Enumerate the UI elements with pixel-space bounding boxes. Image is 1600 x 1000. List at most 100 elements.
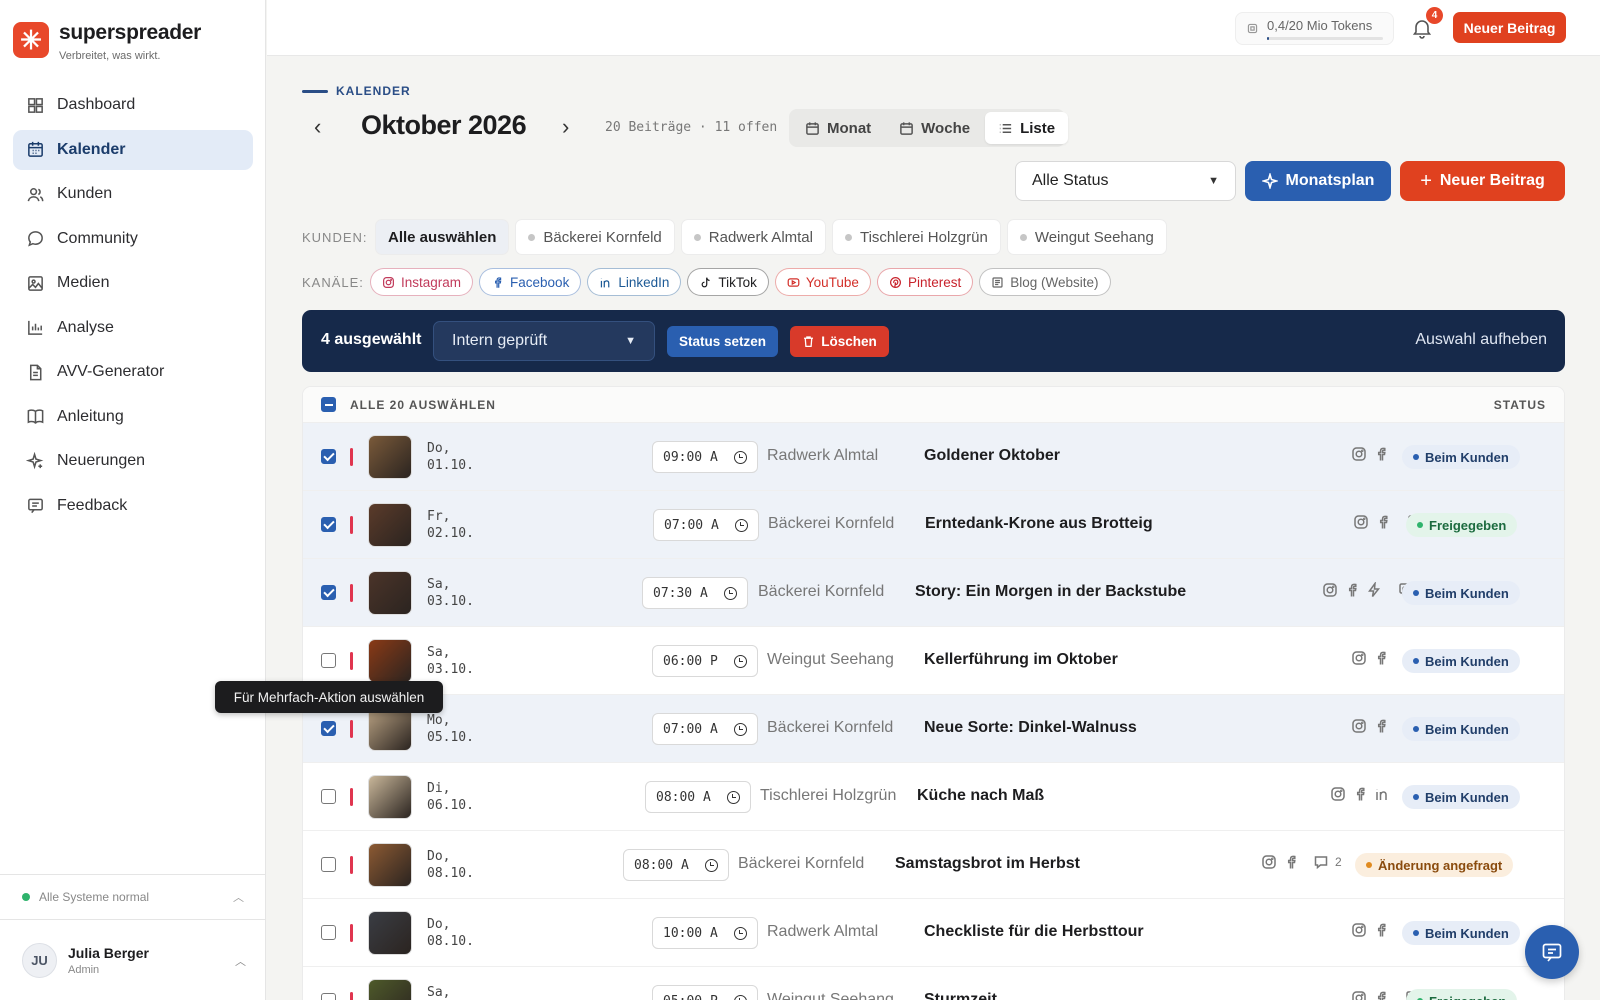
channel-chip-youtube[interactable]: YouTube xyxy=(774,268,871,296)
sidebar-item-feedback[interactable]: Feedback xyxy=(13,486,253,526)
sidebar-item-kalender[interactable]: Kalender xyxy=(13,129,253,170)
time-input[interactable]: 07:30 A xyxy=(642,577,748,609)
post-title[interactable]: Erntedank-Krone aus Brotteig xyxy=(925,515,1153,533)
post-title[interactable]: Samstagsbrot im Herbst xyxy=(895,855,1080,873)
post-title[interactable]: Checkliste für die Herbsttour xyxy=(924,923,1144,941)
instagram-icon xyxy=(1352,923,1366,937)
sidebar-item-community[interactable]: Community xyxy=(13,219,253,259)
channel-chip-instagram[interactable]: Instagram xyxy=(370,268,474,296)
table-row[interactable]: Sa, 03.10. 07:30 A Bäckerei Kornfeld Stor… xyxy=(303,559,1564,627)
client-chip-label: Bäckerei Kornfeld xyxy=(543,228,662,246)
table-row[interactable]: Sa, 03.10. 06:00 P Weingut Seehang Keller… xyxy=(303,627,1564,695)
client-chip[interactable]: Bäckerei Kornfeld xyxy=(515,219,675,255)
bulk-status-select[interactable]: Intern geprüft ▼ xyxy=(433,321,655,361)
post-thumbnail[interactable] xyxy=(368,571,412,615)
facebook-icon xyxy=(1377,923,1386,937)
delete-button[interactable]: Löschen xyxy=(790,326,889,357)
time-input[interactable]: 06:00 P xyxy=(652,645,758,677)
set-status-button[interactable]: Status setzen xyxy=(667,326,778,357)
post-thumbnail[interactable] xyxy=(368,503,412,547)
post-title[interactable]: Kellerführung im Oktober xyxy=(924,651,1118,669)
post-client: Weingut Seehang xyxy=(767,991,894,1000)
table-row[interactable]: Do, 01.10. 09:00 A Radwerk Almtal Goldene… xyxy=(303,423,1564,491)
row-checkbox[interactable] xyxy=(321,653,336,668)
client-chip[interactable]: Weingut Seehang xyxy=(1006,219,1167,255)
sidebar-item-analyse[interactable]: Analyse xyxy=(13,308,253,348)
time-input[interactable]: 09:00 A xyxy=(652,441,758,473)
post-title[interactable]: Sturmzeit xyxy=(924,991,997,1000)
clear-selection-link[interactable]: Auswahl aufheben xyxy=(1415,331,1547,349)
status-filter-value: Alle Status xyxy=(1032,172,1109,189)
user-menu[interactable]: JU Julia Berger Admin ︿ xyxy=(22,943,246,978)
chat-fab[interactable] xyxy=(1525,925,1579,979)
post-title[interactable]: Küche nach Maß xyxy=(917,787,1044,805)
post-thumbnail[interactable] xyxy=(368,707,412,751)
channel-chip-label: Instagram xyxy=(401,274,462,290)
sidebar-item-avv-generator[interactable]: AVV-Generator xyxy=(13,352,253,392)
channel-chip-facebook[interactable]: Facebook xyxy=(479,268,582,296)
month-plan-button[interactable]: Monatsplan xyxy=(1245,161,1391,201)
sidebar-item-anleitung[interactable]: Anleitung xyxy=(13,397,253,437)
status-dot-icon xyxy=(1413,590,1419,596)
brand[interactable]: ✳ superspreader Verbreitet, was wirkt. xyxy=(13,22,201,62)
sidebar-item-neuerungen[interactable]: Neuerungen xyxy=(13,441,253,481)
time-input[interactable]: 10:00 A xyxy=(652,917,758,949)
post-thumbnail[interactable] xyxy=(368,911,412,955)
channel-chip-pinterest[interactable]: Pinterest xyxy=(876,268,974,296)
row-checkbox[interactable] xyxy=(321,789,336,804)
new-post-button-top[interactable]: Neuer Beitrag xyxy=(1453,12,1566,43)
table-row[interactable]: Do, 08.10. 10:00 A Radwerk Almtal Checkli… xyxy=(303,899,1564,967)
sidebar: ✳ superspreader Verbreitet, was wirkt. D… xyxy=(0,0,266,1000)
tab-week[interactable]: Woche xyxy=(886,112,983,144)
sidebar-item-medien[interactable]: Medien xyxy=(13,263,253,303)
row-checkbox[interactable] xyxy=(321,925,336,940)
status-badge: Beim Kunden xyxy=(1402,581,1520,605)
system-status[interactable]: Alle Systeme normal ︿ xyxy=(0,874,266,920)
chevron-right-icon[interactable]: › xyxy=(562,114,569,140)
row-checkbox[interactable] xyxy=(321,857,336,872)
channel-chip-tiktok[interactable]: TikTok xyxy=(687,268,769,296)
row-checkbox[interactable] xyxy=(321,993,336,1000)
row-checkbox[interactable] xyxy=(321,585,336,600)
table-row[interactable]: Do, 08.10. 08:00 A Bäckerei Kornfeld Sams… xyxy=(303,831,1564,899)
image-icon xyxy=(28,275,43,291)
table-row[interactable]: Di, 06.10. 08:00 A Tischlerei Holzgrün Kü… xyxy=(303,763,1564,831)
client-chip[interactable]: Tischlerei Holzgrün xyxy=(831,219,1001,255)
time-input[interactable]: 07:00 A xyxy=(652,713,758,745)
new-post-button[interactable]: + Neuer Beitrag xyxy=(1400,161,1565,201)
client-chip[interactable]: Radwerk Almtal xyxy=(680,219,826,255)
post-day: 02.10. xyxy=(427,526,474,541)
sidebar-item-dashboard[interactable]: Dashboard xyxy=(13,85,253,125)
post-title[interactable]: Story: Ein Morgen in der Backstube xyxy=(915,583,1186,601)
row-checkbox[interactable] xyxy=(321,517,336,532)
row-checkbox[interactable] xyxy=(321,449,336,464)
select-all-checkbox[interactable] xyxy=(321,397,336,412)
page-title: Oktober 2026 xyxy=(361,110,527,140)
tab-list[interactable]: Liste xyxy=(985,112,1069,144)
pinterest-icon xyxy=(889,276,901,288)
status-filter-select[interactable]: Alle Status ▼ xyxy=(1015,161,1236,201)
channel-chip-linkedin[interactable]: LinkedIn xyxy=(587,268,682,296)
tab-month[interactable]: Monat xyxy=(792,112,884,144)
post-title[interactable]: Goldener Oktober xyxy=(924,447,1060,465)
time-input[interactable]: 07:00 A xyxy=(653,509,759,541)
select-all-clients-chip[interactable]: Alle auswählen xyxy=(375,219,510,255)
chevron-left-icon[interactable]: ‹ xyxy=(314,114,321,140)
table-row[interactable]: Fr, 02.10. 07:00 A Bäckerei Kornfeld Ernt… xyxy=(303,491,1564,559)
post-thumbnail[interactable] xyxy=(368,435,412,479)
table-row[interactable]: Sa,10.10. 05:00 P Weingut Seehang Sturmz… xyxy=(303,967,1564,1000)
post-thumbnail[interactable] xyxy=(368,775,412,819)
row-checkbox[interactable] xyxy=(321,721,336,736)
instagram-icon xyxy=(1352,447,1366,461)
time-input[interactable]: 05:00 P xyxy=(652,985,758,1000)
time-input[interactable]: 08:00 A xyxy=(645,781,751,813)
table-row[interactable]: Mo, 05.10. 07:00 A Bäckerei Kornfeld Neue… xyxy=(303,695,1564,763)
post-thumbnail[interactable] xyxy=(368,639,412,683)
token-usage[interactable]: 0,4/20 Mio Tokens xyxy=(1235,12,1394,45)
post-title[interactable]: Neue Sorte: Dinkel-Walnuss xyxy=(924,719,1137,737)
post-thumbnail[interactable] xyxy=(368,979,412,1000)
channel-chip-blog[interactable]: Blog (Website) xyxy=(979,268,1111,296)
post-thumbnail[interactable] xyxy=(368,843,412,887)
sidebar-item-kunden[interactable]: Kunden xyxy=(13,174,253,214)
time-input[interactable]: 08:00 A xyxy=(623,849,729,881)
